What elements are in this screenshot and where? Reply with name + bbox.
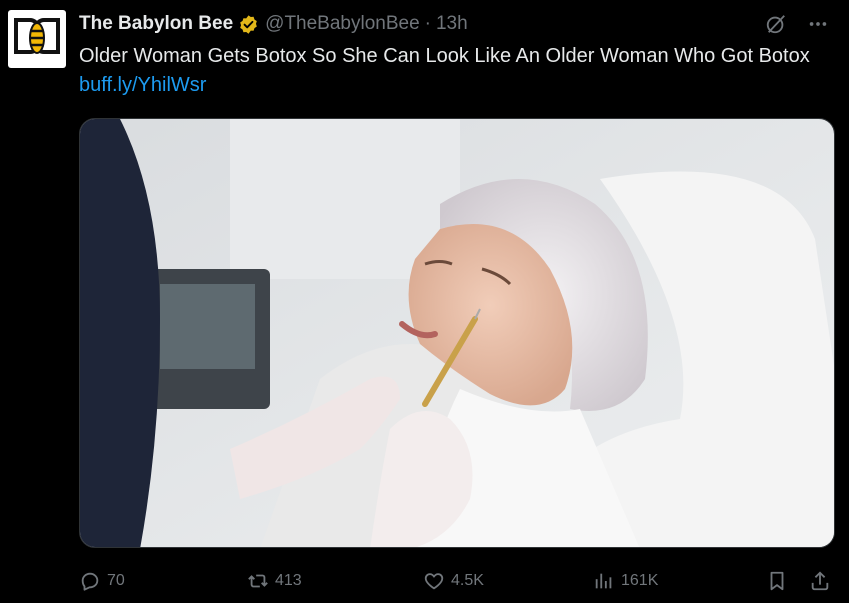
tweet-link[interactable]: buff.ly/YhilWsr xyxy=(79,74,206,96)
bookmark-icon xyxy=(770,571,784,591)
share-icon xyxy=(811,571,829,591)
author-name[interactable]: The Babylon Bee xyxy=(79,13,233,35)
views-icon xyxy=(595,573,612,589)
tweet-timestamp[interactable]: 13h xyxy=(436,13,468,35)
separator-dot: · xyxy=(424,13,431,34)
more-icon[interactable] xyxy=(807,13,829,35)
like-icon xyxy=(424,573,444,590)
reply-button[interactable]: 70 xyxy=(79,570,125,592)
views-count: 161K xyxy=(621,572,659,589)
reply-icon xyxy=(81,572,99,591)
retweet-count: 413 xyxy=(275,572,302,589)
views-button[interactable]: 161K xyxy=(593,570,658,592)
like-count: 4.5K xyxy=(451,572,484,589)
tweet-body: Older Woman Gets Botox So She Can Look L… xyxy=(79,45,810,67)
avatar[interactable] xyxy=(8,10,66,68)
share-button[interactable] xyxy=(809,570,831,592)
tweet-text: Older Woman Gets Botox So She Can Look L… xyxy=(79,42,834,100)
grok-icon[interactable] xyxy=(765,13,787,35)
tweet-header: The Babylon Bee @TheBabylonBee · 13h xyxy=(79,10,829,38)
babylon-bee-logo-icon xyxy=(14,18,60,54)
bookmark-button[interactable] xyxy=(766,570,788,592)
retweet-button[interactable]: 413 xyxy=(247,570,302,592)
tweet-image[interactable] xyxy=(79,118,835,548)
reply-count: 70 xyxy=(107,572,125,589)
author-handle[interactable]: @TheBabylonBee xyxy=(265,13,420,35)
like-button[interactable]: 4.5K xyxy=(423,570,484,592)
retweet-icon xyxy=(248,574,268,588)
verified-badge-icon xyxy=(238,14,259,35)
action-bar: 70 413 4.5K 161K xyxy=(79,566,834,596)
